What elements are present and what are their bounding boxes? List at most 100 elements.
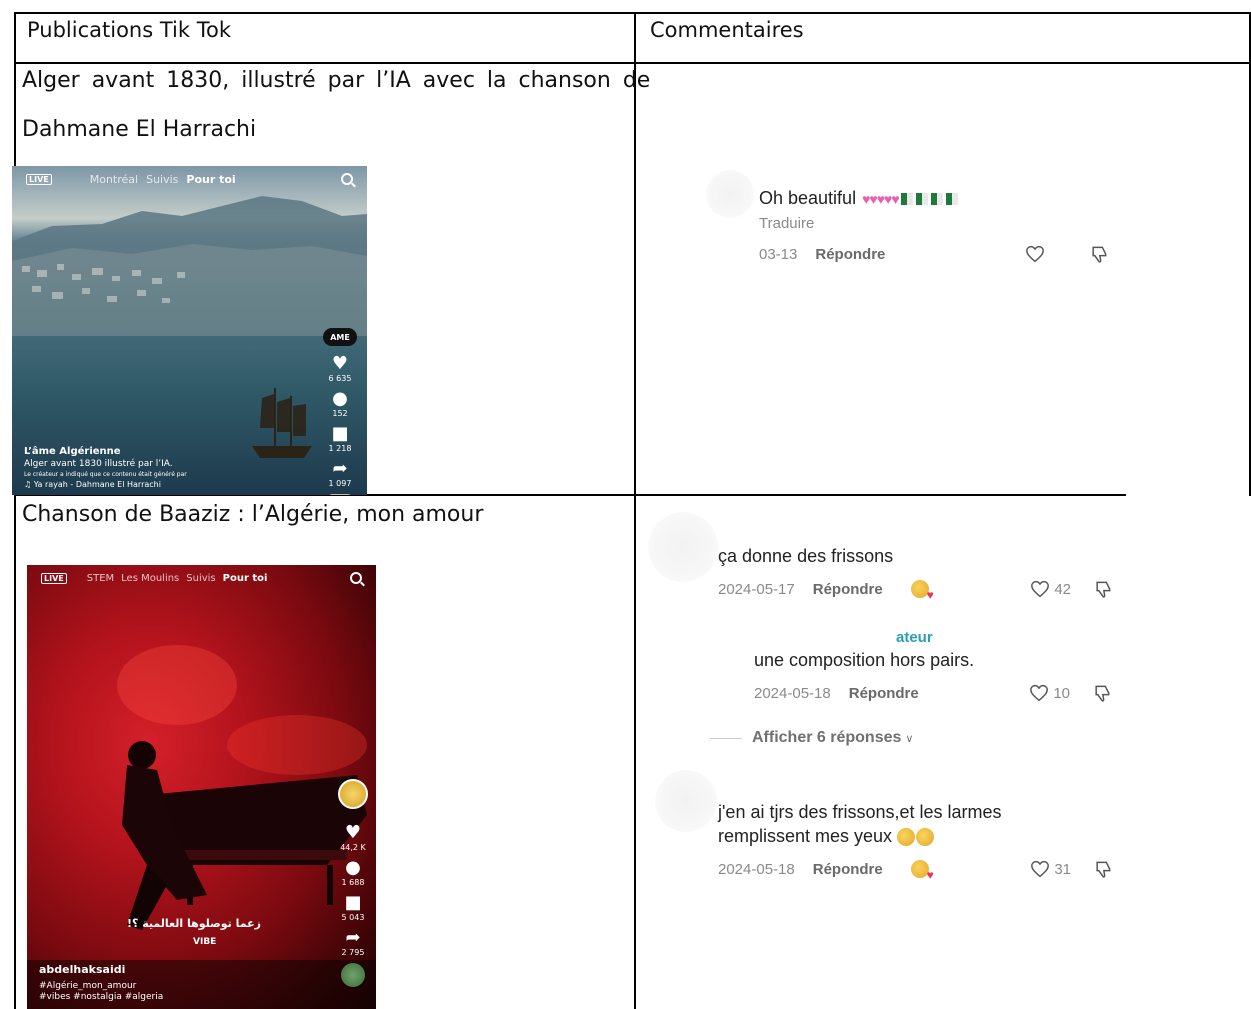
tab-suivis[interactable]: Suivis [186,573,215,584]
show-replies-label: Afficher 6 réponses [752,729,902,746]
post2-top-navigation: LIVE STEM Les Moulins Suivis Pour toi [27,565,376,591]
comment-2: ça donne des frissons 2024-05-17 Répondr… [718,546,1113,602]
share-icon[interactable]: ➦ [328,459,352,479]
dislike-icon[interactable] [1092,683,1112,703]
tab-montreal[interactable]: Montréal [90,173,138,186]
row1-title-line1: Alger avant 1830, illustré par l’IA avec… [22,68,651,93]
comment-3: ateur une composition hors pairs. 2024-0… [754,629,1112,703]
avatar-label: AME [330,332,350,342]
table-left-border [14,12,16,1009]
likes-count: 6 635 [328,374,352,383]
table-top-border [14,12,1251,14]
creator-avatar[interactable]: AME [323,328,357,346]
dislike-icon[interactable] [1089,244,1109,264]
music-disc-icon[interactable] [329,494,351,495]
creator-avatar[interactable] [338,779,368,809]
avatar[interactable] [655,770,717,832]
table-header-divider [14,62,1251,64]
comment-icon[interactable]: ● [341,858,365,878]
reply-button[interactable]: Répondre [849,685,919,702]
like-heart-icon[interactable] [1029,684,1049,702]
like-count: 31 [1054,860,1071,878]
algeria-flag-icons [900,192,958,205]
post1-caption: L’âme Algérienne Alger avant 1830 illust… [24,446,187,489]
pleading-face-emoji [897,827,935,846]
comment-date: 2024-05-18 [754,684,831,702]
creator-liked-icon [910,860,934,882]
table-column-divider [634,12,636,1009]
saves-count: 5 043 [341,913,365,922]
show-replies-link[interactable]: Afficher 6 réponses ∨ [710,729,913,747]
shares-count: 1 097 [328,479,352,488]
comment-text: une composition hors pairs. [754,650,975,670]
post2-hashtags-line1[interactable]: #Algérie_mon_amour [39,981,163,991]
divider [710,737,742,739]
comments-count: 152 [332,409,348,418]
like-heart-icon[interactable] [1030,860,1050,878]
reply-button[interactable]: Répondre [813,861,883,878]
row2-title: Chanson de Baaziz : l’Algérie, mon amour [22,502,484,527]
heart-icon[interactable]: ♥ [328,354,352,374]
live-icon[interactable]: LIVE [26,173,52,185]
post2-action-rail: ♥ 44,2 K ● 1 688 ■ 5 043 ➦ 2 795 [338,779,368,987]
tab-stem[interactable]: STEM [87,573,114,584]
search-icon[interactable] [341,173,353,185]
tab-pour-toi[interactable]: Pour toi [223,573,268,584]
bookmark-icon[interactable]: ■ [341,893,365,913]
post2-hashtags-line2[interactable]: #vibes #nostalgia #algeria [39,992,163,1002]
chevron-down-icon: ∨ [905,732,914,745]
post1-ai-notice: Le créateur a indiqué que ce contenu éta… [24,471,187,478]
dislike-icon[interactable] [1093,579,1113,599]
comment-date: 03-13 [759,245,798,263]
search-icon[interactable] [350,572,362,584]
creator-badge: ateur [896,629,933,646]
vibe-logo: VIBE [193,937,217,947]
comment-text: ça donne des frissons [718,546,894,566]
tiktok-post-2-screenshot: LIVE STEM Les Moulins Suivis Pour toi ♥ … [27,565,376,1009]
like-heart-icon[interactable] [1025,245,1045,263]
share-icon[interactable]: ➦ [341,928,365,948]
post2-author[interactable]: abdelhaksaidi [39,963,163,976]
post1-music[interactable]: ♫ Ya rayah - Dahmane El Harrachi [24,480,187,489]
post1-action-rail: AME ♥ 6 635 ● 152 ■ 1 218 ➦ 1 097 [323,328,357,495]
reply-button[interactable]: Répondre [815,246,885,263]
table-right-border [1249,12,1251,496]
comment-text-line1: j'en ai tjrs des frissons,et les larmes [718,802,1002,822]
tiktok-post-1-screenshot: LIVE Montréal Suivis Pour toi AME ♥ 6 63… [12,166,367,495]
column-header-publications: Publications Tik Tok [27,18,231,42]
post2-arabic-overlay: زعما توصلوها العالمية ؟! [127,917,261,930]
like-heart-icon[interactable] [1030,580,1050,598]
creator-liked-icon [910,580,934,602]
post2-caption: abdelhaksaidi #Algérie_mon_amour #vibes … [39,963,163,1002]
like-count: 10 [1053,684,1070,702]
tab-pour-toi[interactable]: Pour toi [186,173,235,186]
post1-top-navigation: LIVE Montréal Suivis Pour toi [12,166,367,192]
hearts-and-flags-emoji: ♥♥♥♥♥ [862,190,900,207]
comment-icon[interactable]: ● [328,389,352,409]
comment-text: Oh beautiful [759,188,857,208]
music-disc-icon[interactable] [341,963,365,987]
tab-les-moulins[interactable]: Les Moulins [121,573,179,584]
avatar[interactable] [648,512,718,582]
comment-text-line2: remplissent mes yeux [718,826,893,846]
translate-link[interactable]: Traduire [759,215,1109,232]
comments-count: 1 688 [341,878,365,887]
comment-date: 2024-05-17 [718,580,795,598]
comment-date: 2024-05-18 [718,860,795,878]
post1-author[interactable]: L’âme Algérienne [24,446,187,457]
row1-title-line2: Dahmane El Harrachi [22,117,257,142]
comment-4: j'en ai tjrs des frissons,et les larmes … [718,802,1113,882]
tab-suivis[interactable]: Suivis [146,173,178,186]
comment-1: Oh beautiful ♥♥♥♥♥ Traduire 03-13 Répond… [759,188,1109,264]
reply-button[interactable]: Répondre [813,581,883,598]
post1-description: Alger avant 1830 illustré par l’IA. [24,459,173,469]
live-icon[interactable]: LIVE [41,572,67,584]
column-header-comments: Commentaires [650,18,804,42]
heart-icon[interactable]: ♥ [341,823,365,843]
avatar[interactable] [706,170,754,218]
ship-illustration [252,388,312,458]
bookmark-icon[interactable]: ■ [328,424,352,444]
dislike-icon[interactable] [1093,859,1113,879]
saves-count: 1 218 [328,444,352,453]
shares-count: 2 795 [341,948,365,957]
